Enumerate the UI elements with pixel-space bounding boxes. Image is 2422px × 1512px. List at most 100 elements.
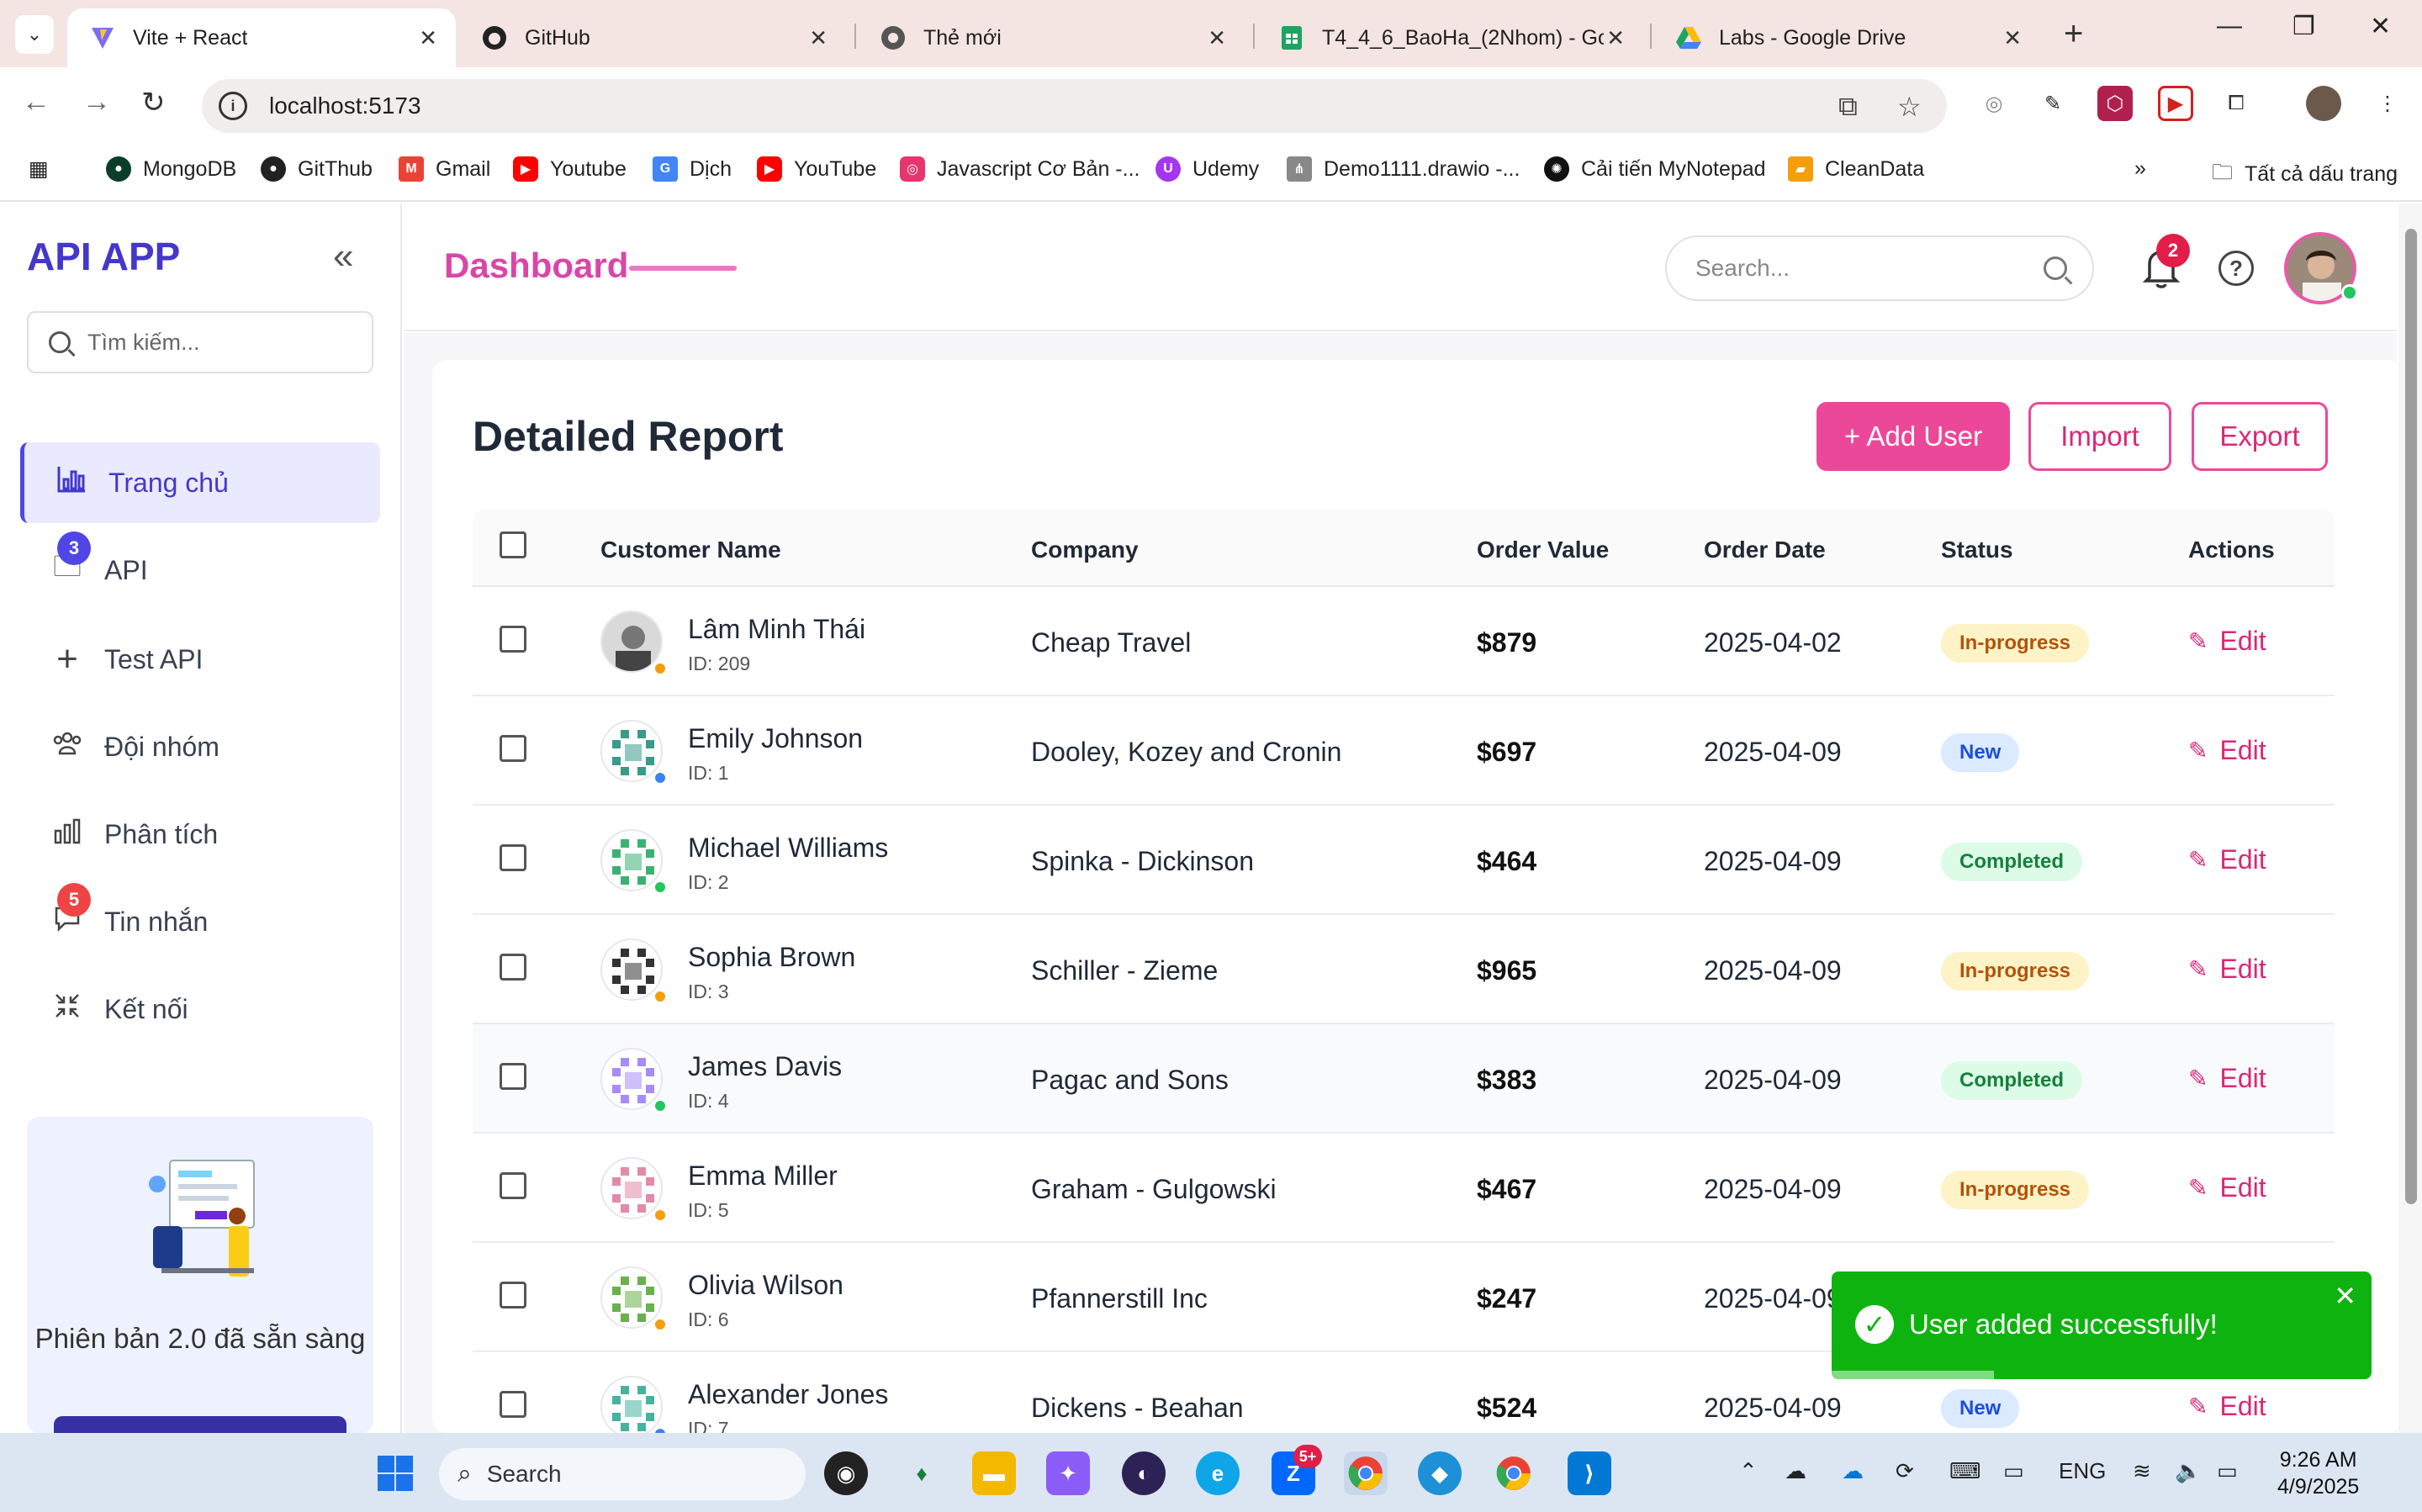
select-all-checkbox[interactable] [500, 531, 526, 558]
window-close-icon[interactable]: ✕ [2370, 12, 2391, 41]
language-indicator[interactable]: ENG [2059, 1458, 2106, 1484]
browser-tab-vite[interactable]: Vite + React ✕ [67, 8, 456, 67]
tab-search-button[interactable]: ⌄ [15, 15, 54, 54]
row-checkbox[interactable] [500, 1172, 526, 1199]
row-checkbox[interactable] [500, 626, 526, 653]
bookmark-youtube-2[interactable]: ▶ YouTube [757, 156, 876, 182]
bookmark-gmail[interactable]: M Gmail [399, 156, 490, 182]
windows-start-icon[interactable] [373, 1451, 417, 1495]
obs-icon[interactable]: ◉ [824, 1451, 868, 1495]
minimize-icon[interactable]: — [2217, 12, 2242, 40]
chrome-icon[interactable] [1492, 1451, 1536, 1495]
sidebar-item-messages[interactable]: 5 Tin nhắn [20, 881, 380, 962]
sidebar-item-team[interactable]: Đội nhóm [20, 706, 380, 787]
bookmark-cleandata[interactable]: ▰ CleanData [1788, 156, 1924, 182]
add-user-button[interactable]: + Add User [1816, 402, 2010, 471]
scrollbar-thumb[interactable] [2405, 229, 2417, 1204]
bookmark-github[interactable]: ● GitThub [261, 156, 373, 182]
keyboard-icon[interactable]: ⌨ [1949, 1458, 1981, 1484]
edit-button[interactable]: ✎ Edit [2188, 844, 2266, 875]
table-row[interactable]: James Davis ID: 4 Pagac and Sons $383 2025-0… [473, 1024, 2335, 1134]
edit-button[interactable]: ✎ Edit [2188, 1063, 2266, 1094]
apps-grid-icon[interactable]: ▦ [29, 156, 49, 182]
sync-icon[interactable]: ⟳ [1896, 1458, 1914, 1484]
row-checkbox[interactable] [500, 735, 526, 762]
row-checkbox[interactable] [500, 844, 526, 871]
sidebar-item-home[interactable]: Trang chủ [20, 442, 380, 523]
url-text[interactable]: localhost:5173 [269, 93, 421, 119]
sidebar-search[interactable] [27, 311, 373, 373]
file-explorer-icon[interactable]: ▬ [972, 1451, 1016, 1495]
forward-arrow-icon[interactable]: → [82, 86, 111, 119]
header-search[interactable] [1665, 235, 2094, 301]
edge-icon[interactable]: e [1196, 1451, 1240, 1495]
more-menu-icon[interactable]: ⋮ [2370, 86, 2405, 121]
header-search-input[interactable] [1695, 255, 2032, 282]
browser-tab-github[interactable]: GitHub ✕ [459, 8, 846, 67]
site-info-icon[interactable]: i [219, 92, 247, 120]
table-row[interactable]: Sophia Brown ID: 3 Schiller - Zieme $965 202… [473, 915, 2335, 1024]
table-row[interactable]: Emily Johnson ID: 1 Dooley, Kozey and Cron… [473, 696, 2335, 806]
back-arrow-icon[interactable]: ← [22, 86, 50, 119]
new-tab-plus-icon[interactable]: + [2064, 15, 2083, 53]
sidebar-item-analytics[interactable]: Phân tích [20, 794, 380, 875]
browser-tab-drive[interactable]: Labs - Google Drive ✕ [1653, 8, 2040, 67]
system-clock[interactable]: 9:26 AM 4/9/2025 [2277, 1446, 2359, 1500]
color-picker-icon[interactable]: ✎ [2035, 86, 2070, 121]
copilot-icon[interactable]: ✦ [1046, 1451, 1090, 1495]
extension-record-icon[interactable]: ▶ [2158, 86, 2193, 121]
onedrive-icon[interactable]: ☁ [1842, 1458, 1864, 1484]
column-header[interactable]: Order Value [1477, 537, 1609, 563]
export-button[interactable]: Export [2192, 402, 2328, 471]
edit-button[interactable]: ✎ Edit [2188, 1391, 2266, 1422]
vscode-icon[interactable]: ⟩ [1568, 1451, 1611, 1495]
eclipse-icon[interactable]: ◐ [1122, 1451, 1166, 1495]
profile-avatar[interactable] [2306, 86, 2341, 121]
bookmark-translate[interactable]: G Dịch [653, 156, 732, 182]
bookmark-notepad[interactable]: ✺ Cải tiến MyNotepad [1544, 156, 1766, 182]
battery-icon[interactable]: ▭ [2217, 1458, 2238, 1484]
chrome-active-icon[interactable] [1344, 1451, 1388, 1495]
close-icon[interactable]: ✕ [1606, 25, 1625, 51]
extensions-puzzle-icon[interactable]: ⧠ [2218, 86, 2254, 121]
edit-button[interactable]: ✎ Edit [2188, 954, 2266, 985]
mongodb-compass-icon[interactable]: ♦ [900, 1451, 944, 1495]
column-header[interactable]: Customer Name [600, 537, 781, 563]
bookmark-udemy[interactable]: U Udemy [1155, 156, 1259, 182]
display-icon[interactable]: ▭ [2003, 1458, 2024, 1484]
collapse-sidebar-icon[interactable]: « [333, 235, 353, 278]
tray-chevron-icon[interactable]: ⌃ [1739, 1458, 1758, 1484]
row-checkbox[interactable] [500, 1282, 526, 1308]
bookmark-drawio[interactable]: ⋔ Demo1111.drawio -... [1287, 156, 1520, 182]
all-bookmarks-folder[interactable]: 🗀 Tất cả dấu trang [2212, 156, 2398, 193]
sidebar-item-connect[interactable]: Kết nối [20, 969, 380, 1049]
more-bookmarks-icon[interactable]: » [2134, 156, 2146, 181]
help-icon[interactable]: ? [2218, 251, 2254, 286]
restore-icon[interactable]: ❐ [2292, 12, 2315, 41]
bookmark-star-icon[interactable]: ☆ [1897, 91, 1922, 123]
promo-button[interactable] [54, 1416, 346, 1433]
page-scrollbar[interactable] [2398, 204, 2422, 1433]
edit-button[interactable]: ✎ Edit [2188, 626, 2266, 657]
app-icon[interactable]: ◆ [1418, 1451, 1462, 1495]
wifi-icon[interactable]: ≋ [2133, 1458, 2151, 1484]
volume-icon[interactable]: 🔈 [2175, 1458, 2202, 1484]
browser-tab-sheets[interactable]: T4_4_6_BaoHa_(2Nhom) - Goog ✕ [1256, 8, 1643, 67]
browser-tab-new[interactable]: Thẻ mới ✕ [858, 8, 1245, 67]
search-icon[interactable] [2044, 256, 2067, 280]
close-icon[interactable]: ✕ [419, 25, 437, 51]
extension-graphql-icon[interactable]: ⬡ [2097, 86, 2133, 121]
taskbar-search[interactable]: ⌕ Search [439, 1448, 806, 1500]
column-header[interactable]: Company [1031, 537, 1139, 563]
row-checkbox[interactable] [500, 1391, 526, 1418]
row-checkbox[interactable] [500, 954, 526, 981]
sidebar-item-api[interactable]: 🗀 3 API [20, 530, 380, 611]
cloud-icon[interactable]: ☁ [1785, 1458, 1806, 1484]
column-header[interactable]: Order Date [1704, 537, 1826, 563]
bookmark-javascript[interactable]: ◎ Javascript Cơ Bản -... [900, 156, 1140, 182]
import-button[interactable]: Import [2028, 402, 2171, 471]
reload-icon[interactable]: ↻ [141, 86, 166, 119]
sidebar-item-test-api[interactable]: + Test API [20, 619, 380, 700]
edit-button[interactable]: ✎ Edit [2188, 735, 2266, 766]
close-icon[interactable]: ✕ [2003, 25, 2022, 51]
